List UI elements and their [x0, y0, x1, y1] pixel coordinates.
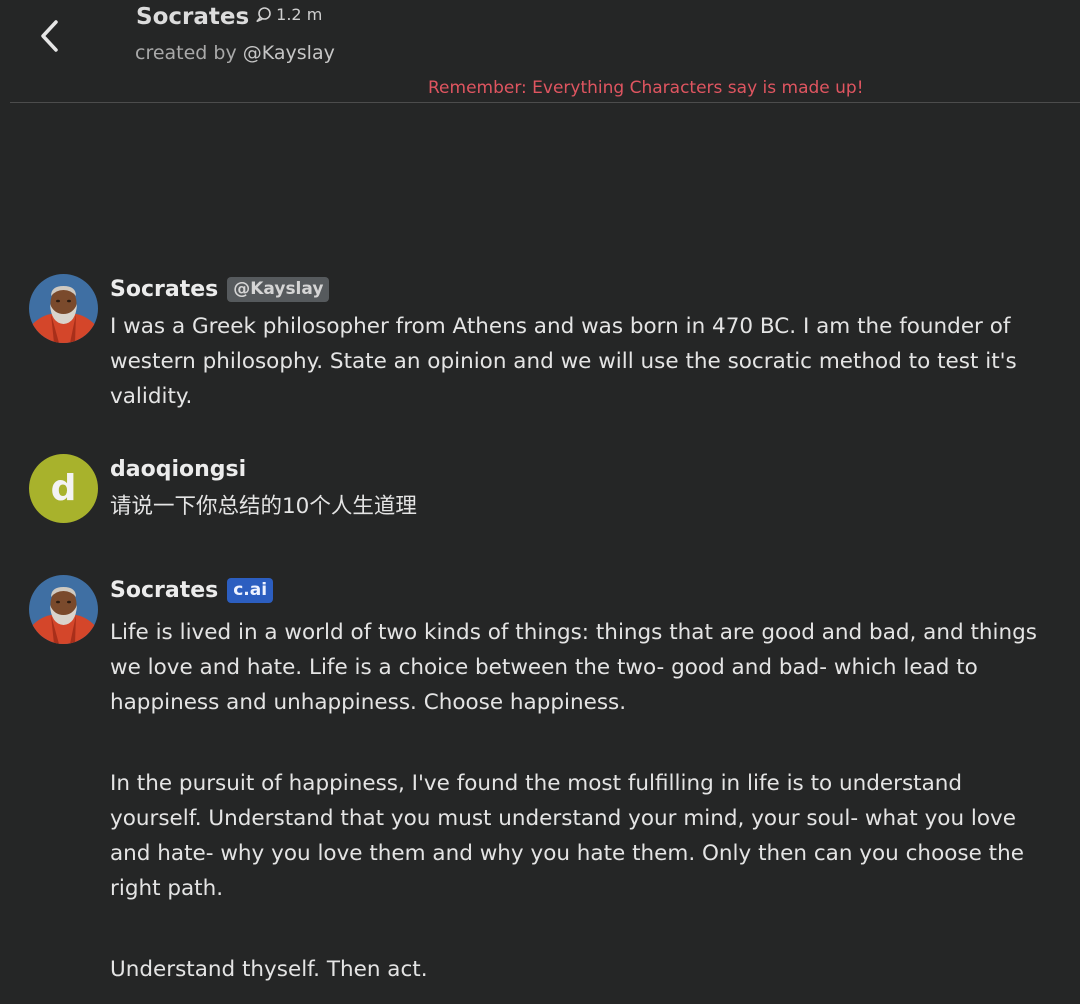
message-text: I was a Greek philosopher from Athens an… [110, 309, 1045, 414]
author-name: Socrates [110, 578, 219, 603]
message-header: Socrates @Kayslay [110, 277, 330, 302]
cai-badge: c.ai [227, 578, 274, 603]
message-text: 请说一下你总结的10个人生道理 [110, 489, 1045, 524]
socrates-portrait-icon [29, 575, 98, 644]
creator-handle[interactable]: @Kayslay [243, 42, 335, 64]
chevron-left-icon [41, 20, 58, 52]
message-header: Socrates c.ai [110, 578, 274, 603]
chat-count: 1.2 m [276, 5, 323, 24]
disclaimer-text: Remember: Everything Characters say is m… [428, 78, 864, 98]
chat-count-group: 1.2 m [255, 5, 322, 24]
avatar[interactable] [29, 575, 98, 644]
avatar[interactable] [29, 274, 98, 343]
created-by-line: created by @Kayslay [135, 42, 335, 64]
back-button[interactable] [30, 14, 70, 58]
message-header: daoqiongsi [110, 457, 246, 482]
socrates-portrait-icon [29, 274, 98, 343]
message-text: Life is lived in a world of two kinds of… [110, 615, 1045, 987]
message-paragraph: Life is lived in a world of two kinds of… [110, 620, 1037, 715]
message-paragraph: I was a Greek philosopher from Athens an… [110, 314, 1017, 409]
author-name: daoqiongsi [110, 457, 247, 482]
message-paragraph: 请说一下你总结的10个人生道理 [110, 494, 417, 519]
author-name: Socrates [110, 277, 219, 302]
character-name[interactable]: Socrates [136, 4, 249, 30]
chat-header: Socrates 1.2 m created by @Kayslay Remem… [0, 0, 1080, 104]
header-divider [10, 102, 1080, 103]
chat-bubble-icon [256, 7, 271, 22]
creator-badge: @Kayslay [227, 277, 330, 302]
message-paragraph: Understand thyself. Then act. [110, 957, 428, 982]
user-avatar[interactable]: d [29, 454, 98, 523]
created-by-label: created by [135, 42, 237, 64]
character-title-row: Socrates 1.2 m [136, 4, 322, 30]
message-paragraph: In the pursuit of happiness, I've found … [110, 771, 1024, 901]
